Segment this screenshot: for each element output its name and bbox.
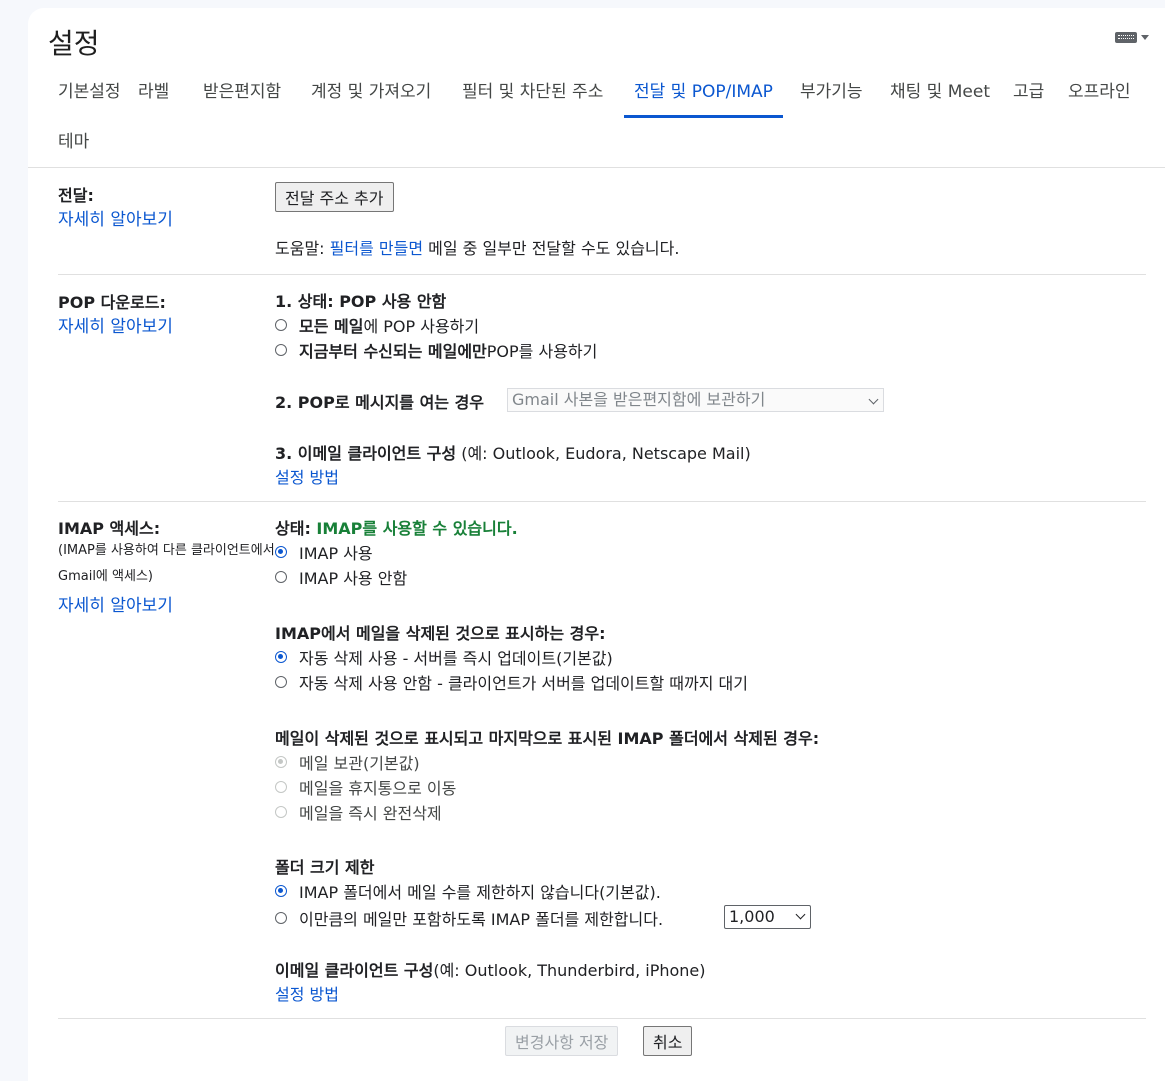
- imap-setup-instructions-link[interactable]: 설정 방법: [275, 981, 339, 1005]
- no-folder-limit-label: IMAP 폴더에서 메일 수를 제한하지 않습니다(기본값).: [299, 883, 661, 902]
- folder-limit-select[interactable]: 1,000: [724, 905, 811, 929]
- pop-status: 1. 상태: POP 사용 안함: [275, 292, 447, 311]
- pop-label: POP 다운로드:: [58, 293, 166, 312]
- folder-limit-option[interactable]: 이만큼의 메일만 포함하도록 IMAP 폴더를 제한합니다.: [275, 906, 663, 930]
- imap-client-config-rest: (예: Outlook, Thunderbird, iPhone): [433, 961, 706, 980]
- imap-learn-more-link[interactable]: 자세히 알아보기: [58, 591, 173, 616]
- auto-expunge-off-radio[interactable]: [275, 676, 287, 688]
- pop-all-mail-rest: 에 POP 사용하기: [363, 317, 480, 336]
- pop-action-select-value: Gmail 사본을 받은편지함에 보관하기: [512, 390, 766, 409]
- caret-down-icon: [1141, 35, 1149, 40]
- section-divider: [58, 274, 1146, 275]
- tab-chat-meet[interactable]: 채팅 및 Meet: [880, 70, 1000, 118]
- section-divider: [58, 1018, 1146, 1019]
- tab-addons[interactable]: 부가기능: [790, 70, 873, 118]
- tab-labels[interactable]: 라벨: [128, 70, 179, 118]
- archive-radio[interactable]: [275, 756, 287, 768]
- pop-client-config-rest: (예: Outlook, Eudora, Netscape Mail): [456, 444, 751, 463]
- pop-all-mail-radio[interactable]: [275, 319, 287, 331]
- auto-expunge-on-option[interactable]: 자동 삭제 사용 - 서버를 즉시 업데이트(기본값): [275, 645, 613, 669]
- save-changes-button[interactable]: 변경사항 저장: [505, 1026, 619, 1056]
- tabs-divider: [28, 167, 1165, 168]
- section-divider: [58, 501, 1146, 502]
- move-to-trash-label: 메일을 휴지통으로 이동: [299, 779, 457, 798]
- pop-from-now-option[interactable]: 지금부터 수신되는 메일에만 POP를 사용하기: [275, 338, 597, 362]
- imap-status: 상태: IMAP를 사용할 수 있습니다.: [275, 515, 518, 539]
- forwarding-learn-more-link[interactable]: 자세히 알아보기: [58, 205, 173, 230]
- imap-client-config-bold: 이메일 클라이언트 구성: [275, 961, 434, 980]
- auto-expunge-off-option[interactable]: 자동 삭제 사용 안함 - 클라이언트가 서버를 업데이트할 때까지 대기: [275, 670, 748, 694]
- tab-advanced[interactable]: 고급: [1003, 70, 1054, 118]
- create-filter-link[interactable]: 필터를 만들면: [330, 239, 423, 258]
- pop-client-config: 3. 이메일 클라이언트 구성 (예: Outlook, Eudora, Net…: [275, 440, 751, 464]
- delete-forever-option[interactable]: 메일을 즉시 완전삭제: [275, 800, 442, 824]
- imap-disable-radio[interactable]: [275, 571, 287, 583]
- imap-enable-label: IMAP 사용: [299, 544, 373, 563]
- add-forwarding-address-button[interactable]: 전달 주소 추가: [275, 182, 394, 212]
- auto-expunge-on-radio[interactable]: [275, 651, 287, 663]
- chevron-down-icon: [868, 394, 879, 405]
- forwarding-tip-suffix: 메일 중 일부만 전달할 수도 있습니다.: [423, 239, 680, 258]
- imap-expunged-title: 메일이 삭제된 것으로 표시되고 마지막으로 표시된 IMAP 폴더에서 삭제된…: [275, 729, 820, 748]
- imap-disable-option[interactable]: IMAP 사용 안함: [275, 565, 407, 589]
- folder-limit-value: 1,000: [729, 907, 775, 926]
- tab-filters-blocked[interactable]: 필터 및 차단된 주소: [452, 70, 613, 118]
- archive-option[interactable]: 메일 보관(기본값): [275, 750, 420, 774]
- keyboard-icon: [1115, 32, 1137, 43]
- folder-size-title: 폴더 크기 제한: [275, 858, 375, 877]
- forwarding-tip: 도움말: 필터를 만들면 메일 중 일부만 전달할 수도 있습니다.: [275, 235, 679, 259]
- imap-status-value: IMAP를 사용할 수 있습니다.: [316, 519, 518, 538]
- pop-learn-more-link[interactable]: 자세히 알아보기: [58, 312, 173, 337]
- delete-forever-label: 메일을 즉시 완전삭제: [299, 804, 442, 823]
- pop-from-now-rest: POP를 사용하기: [486, 342, 598, 361]
- imap-client-config: 이메일 클라이언트 구성(예: Outlook, Thunderbird, iP…: [275, 957, 706, 981]
- imap-enable-radio[interactable]: [275, 546, 287, 558]
- tab-general[interactable]: 기본설정: [48, 70, 131, 118]
- pop-setup-instructions-link[interactable]: 설정 방법: [275, 464, 339, 488]
- imap-status-label: 상태:: [275, 519, 317, 538]
- imap-enable-option[interactable]: IMAP 사용: [275, 540, 373, 564]
- archive-label: 메일 보관(기본값): [299, 754, 420, 773]
- imap-label: IMAP 액세스:: [58, 519, 161, 538]
- pop-all-mail-option[interactable]: 모든 메일 에 POP 사용하기: [275, 313, 479, 337]
- delete-forever-radio[interactable]: [275, 806, 287, 818]
- pop-client-config-bold: 3. 이메일 클라이언트 구성: [275, 444, 457, 463]
- tab-inbox[interactable]: 받은편지함: [193, 70, 291, 118]
- settings-panel: 설정 기본설정 라벨 받은편지함 계정 및 가져오기 필터 및 차단된 주소 전…: [28, 8, 1165, 1081]
- pop-when-label: 2. POP로 메시지를 여는 경우: [275, 393, 485, 412]
- imap-deleted-title: IMAP에서 메일을 삭제된 것으로 표시하는 경우:: [275, 624, 606, 643]
- folder-limit-label: 이만큼의 메일만 포함하도록 IMAP 폴더를 제한합니다.: [299, 910, 664, 929]
- pop-from-now-bold: 지금부터 수신되는 메일에만: [299, 342, 487, 361]
- chevron-down-icon: [795, 909, 806, 920]
- pop-from-now-radio[interactable]: [275, 344, 287, 356]
- auto-expunge-on-label: 자동 삭제 사용 - 서버를 즉시 업데이트(기본값): [299, 649, 613, 668]
- cancel-button[interactable]: 취소: [643, 1026, 693, 1056]
- imap-description: (IMAP를 사용하여 다른 클라이언트에서 Gmail에 액세스): [58, 543, 275, 584]
- tab-themes[interactable]: 테마: [48, 120, 99, 168]
- page-title: 설정: [48, 27, 100, 60]
- no-folder-limit-radio[interactable]: [275, 885, 287, 897]
- forwarding-label: 전달:: [58, 186, 94, 205]
- folder-limit-radio[interactable]: [275, 912, 287, 924]
- tab-accounts-import[interactable]: 계정 및 가져오기: [301, 70, 441, 118]
- pop-all-mail-bold: 모든 메일: [299, 317, 364, 336]
- no-folder-limit-option[interactable]: IMAP 폴더에서 메일 수를 제한하지 않습니다(기본값).: [275, 879, 661, 903]
- keyboard-input-tools[interactable]: [1115, 32, 1149, 43]
- tab-forwarding-pop-imap[interactable]: 전달 및 POP/IMAP: [624, 70, 783, 118]
- auto-expunge-off-label: 자동 삭제 사용 안함 - 클라이언트가 서버를 업데이트할 때까지 대기: [299, 674, 748, 693]
- forwarding-tip-prefix: 도움말:: [275, 239, 330, 258]
- tab-offline[interactable]: 오프라인: [1058, 70, 1141, 118]
- move-to-trash-radio[interactable]: [275, 781, 287, 793]
- pop-action-select[interactable]: Gmail 사본을 받은편지함에 보관하기: [507, 388, 884, 412]
- imap-disable-label: IMAP 사용 안함: [299, 569, 408, 588]
- move-to-trash-option[interactable]: 메일을 휴지통으로 이동: [275, 775, 456, 799]
